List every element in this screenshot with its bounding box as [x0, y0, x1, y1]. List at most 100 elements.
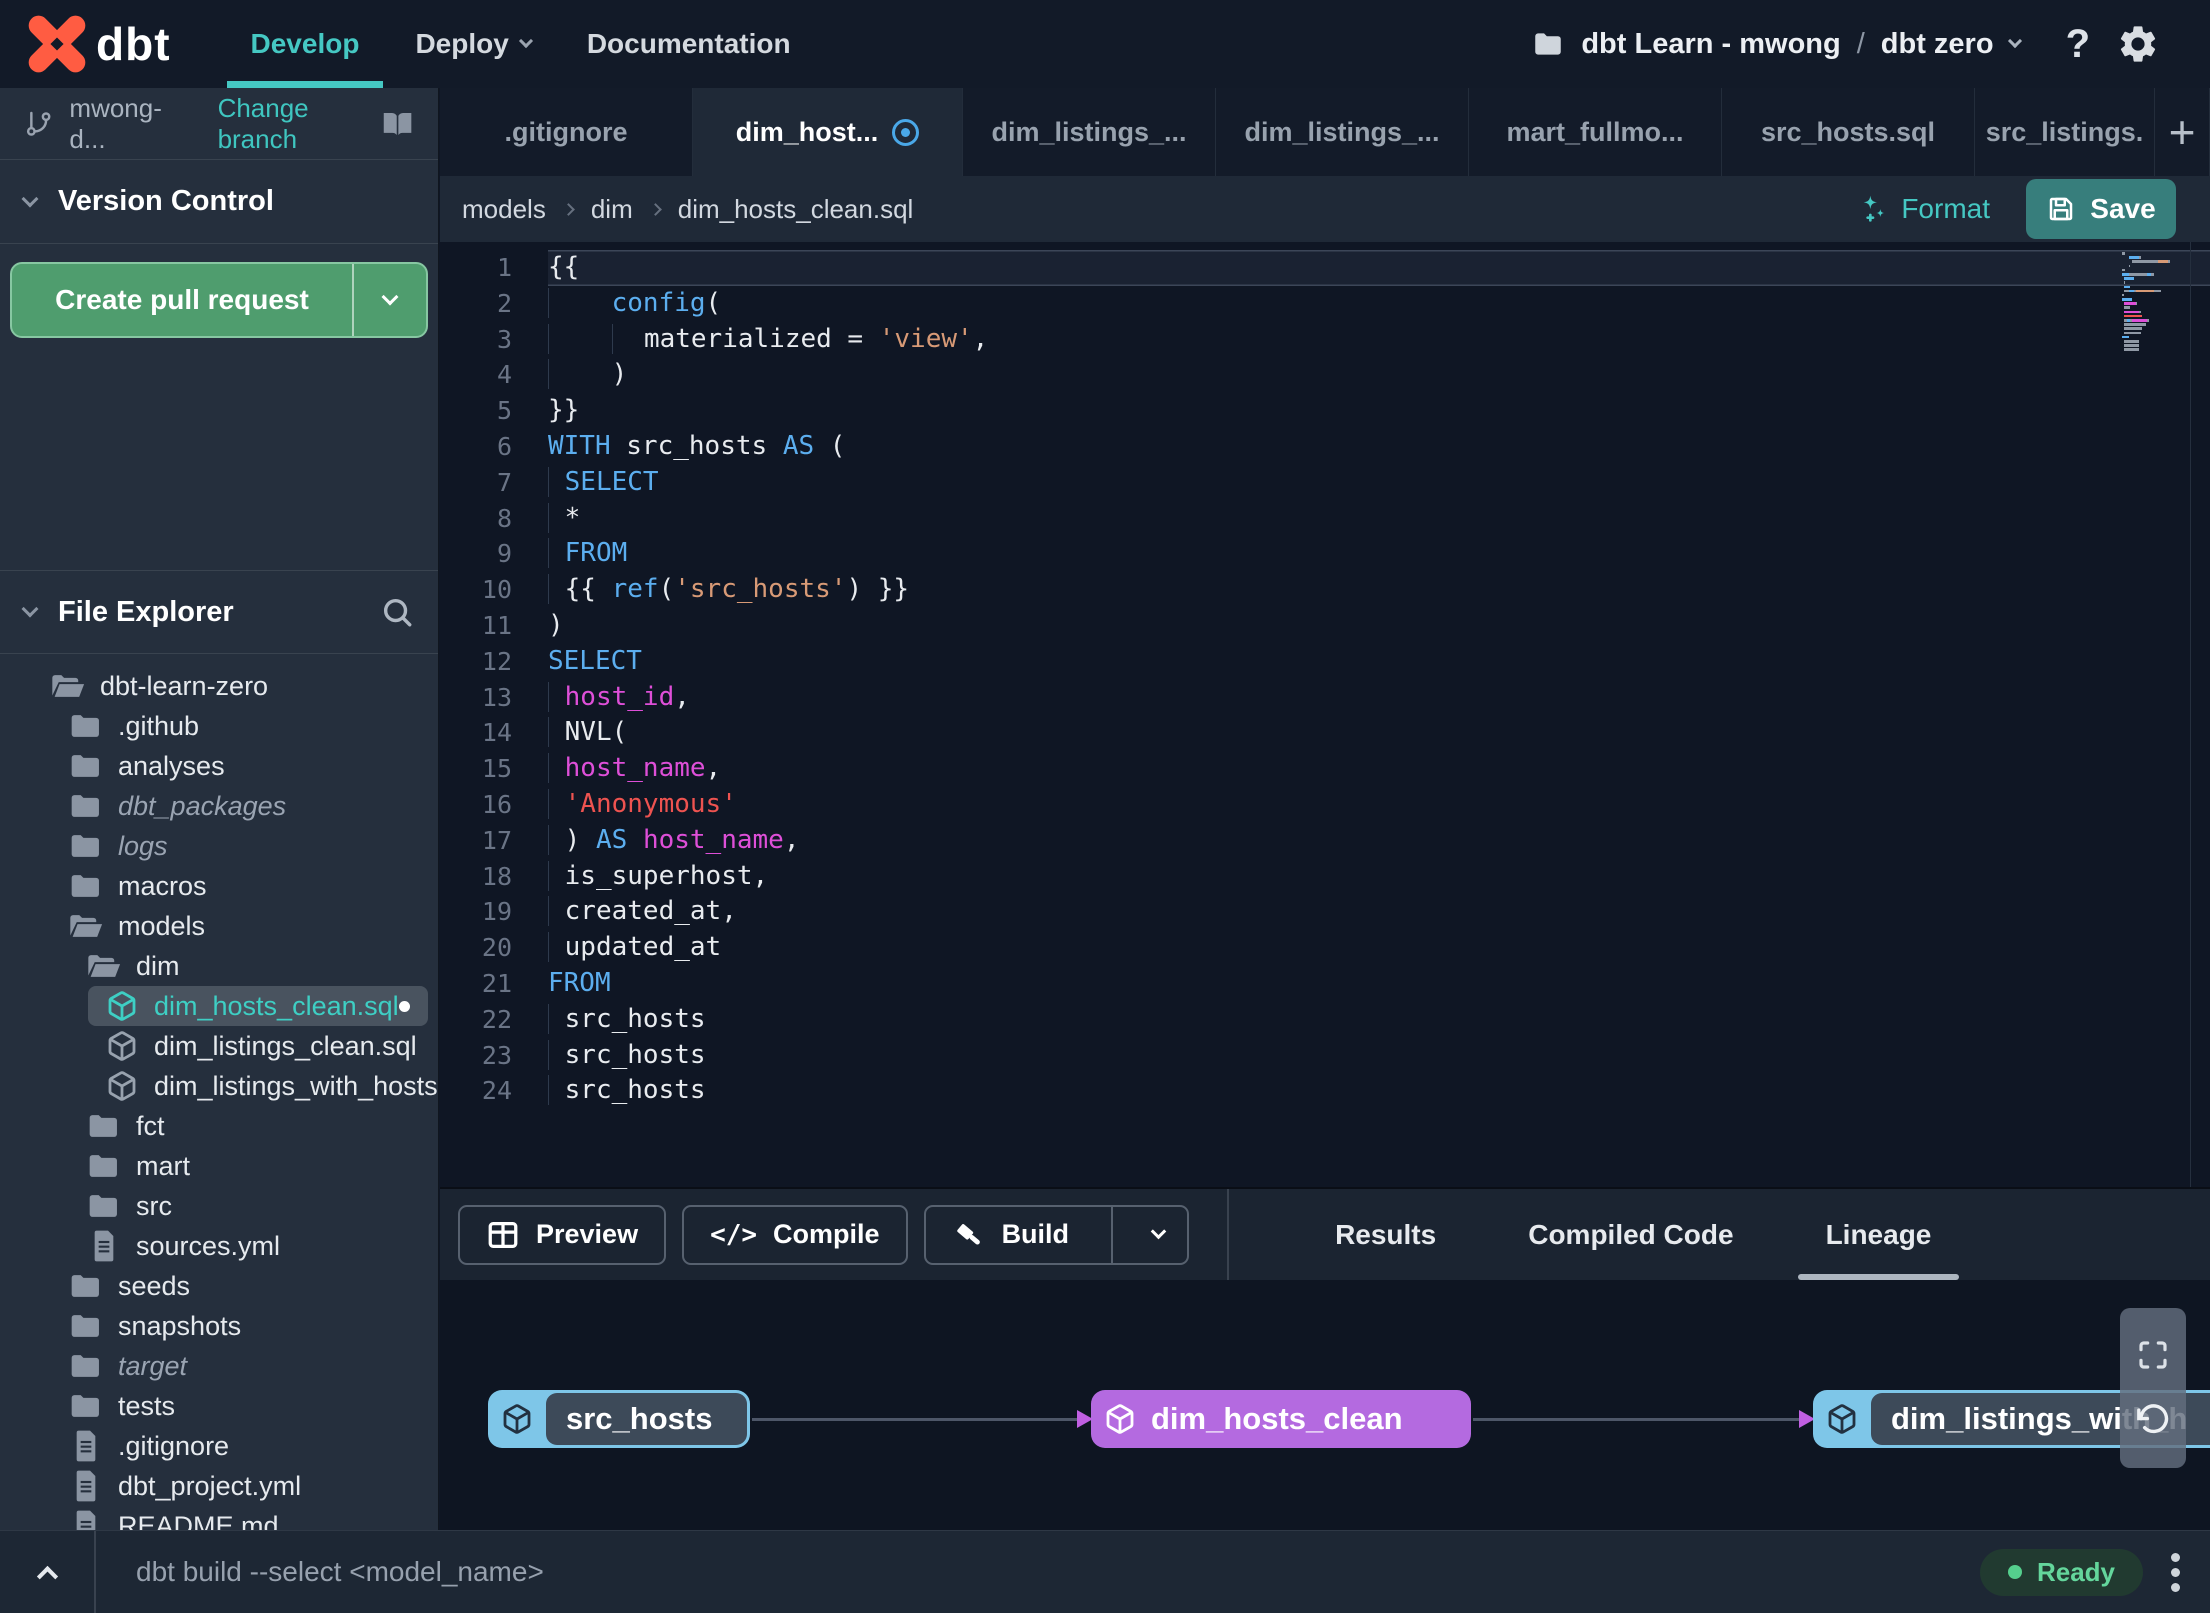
- code-line[interactable]: 16 'Anonymous': [440, 787, 2210, 823]
- file-tree-item[interactable]: models: [0, 906, 438, 946]
- file-tab[interactable]: mart_fullmo...: [1469, 88, 1722, 176]
- file-tree-item[interactable]: tests: [0, 1386, 438, 1426]
- version-control-header[interactable]: Version Control: [0, 160, 438, 244]
- change-branch-link[interactable]: Change branch: [218, 93, 381, 155]
- code-line[interactable]: 7 SELECT: [440, 465, 2210, 501]
- build-button-main[interactable]: Build: [926, 1207, 1096, 1263]
- command-input[interactable]: [136, 1556, 1980, 1588]
- file-tree-item[interactable]: analyses: [0, 746, 438, 786]
- account-name: dbt Learn - mwong: [1581, 27, 1841, 60]
- fullscreen-icon[interactable]: [2137, 1339, 2169, 1371]
- save-button[interactable]: Save: [2026, 179, 2176, 239]
- format-button[interactable]: Format: [1857, 193, 1990, 225]
- file-tab[interactable]: src_hosts.sql: [1722, 88, 1975, 176]
- code-line[interactable]: 12 SELECT: [440, 644, 2210, 680]
- file-tree-item[interactable]: sources.yml: [0, 1226, 438, 1266]
- file-tree-item[interactable]: logs: [0, 826, 438, 866]
- build-button-dropdown[interactable]: [1129, 1207, 1187, 1263]
- gear-icon[interactable]: [2116, 22, 2160, 66]
- create-pull-request-button[interactable]: Create pull request: [10, 262, 428, 338]
- code-line[interactable]: 20 updated_at: [440, 930, 2210, 966]
- file-tree-item[interactable]: seeds: [0, 1266, 438, 1306]
- panel-tab-compiled-code[interactable]: Compiled Code: [1482, 1189, 1779, 1280]
- file-tree-item[interactable]: macros: [0, 866, 438, 906]
- line-number: 12: [481, 646, 512, 676]
- file-tree-item[interactable]: dim: [0, 946, 438, 986]
- file-tab[interactable]: dim_listings_...: [963, 88, 1216, 176]
- file-tree-item[interactable]: dim_listings_clean.sql: [0, 1026, 438, 1066]
- code-line[interactable]: 18 is_superhost,: [440, 859, 2210, 895]
- file-tree-item[interactable]: snapshots: [0, 1306, 438, 1346]
- file-explorer-header[interactable]: File Explorer: [0, 570, 438, 654]
- file-tree-item[interactable]: .gitignore: [0, 1426, 438, 1466]
- create-pull-request-label[interactable]: Create pull request: [12, 264, 352, 336]
- pull-request-dropdown[interactable]: [354, 264, 426, 336]
- code-line[interactable]: 24 src_hosts: [440, 1073, 2210, 1109]
- code-line[interactable]: 8 *: [440, 501, 2210, 537]
- file-tree-item[interactable]: dim_listings_with_hosts...: [0, 1066, 438, 1106]
- file-tree-item[interactable]: mart: [0, 1146, 438, 1186]
- code-line[interactable]: 1 {{: [440, 250, 2210, 286]
- file-tab[interactable]: .gitignore: [440, 88, 693, 176]
- lineage-canvas[interactable]: src_hosts dim_hosts_clean dim_listings_wit…: [440, 1280, 2210, 1530]
- file-tab[interactable]: src_listings.: [1975, 88, 2155, 176]
- code-line[interactable]: 21 FROM: [440, 966, 2210, 1002]
- editor-minimap[interactable]: [2122, 252, 2184, 353]
- code-line[interactable]: 2 config(: [440, 286, 2210, 322]
- file-tree-item[interactable]: dbt-learn-zero: [0, 666, 438, 706]
- file-tree-item[interactable]: README.md: [0, 1506, 438, 1530]
- file-tab[interactable]: dim_host...: [693, 88, 963, 176]
- preview-button[interactable]: Preview: [458, 1204, 667, 1265]
- status-badge: Ready: [1979, 1548, 2143, 1596]
- code-line[interactable]: 10 {{ ref('src_hosts') }}: [440, 572, 2210, 608]
- code-line[interactable]: 9 FROM: [440, 536, 2210, 572]
- file-tree-item[interactable]: dbt_packages: [0, 786, 438, 826]
- panel-tab-lineage[interactable]: Lineage: [1780, 1189, 1978, 1280]
- file-tab[interactable]: dim_listings_...: [1216, 88, 1469, 176]
- file-tree-item[interactable]: dbt_project.yml: [0, 1466, 438, 1506]
- build-button[interactable]: Build: [923, 1204, 1190, 1265]
- file-tree-item[interactable]: src: [0, 1186, 438, 1226]
- file-tree-item[interactable]: fct: [0, 1106, 438, 1146]
- lineage-node[interactable]: src_hosts: [488, 1390, 750, 1448]
- nav-item-label: Documentation: [586, 28, 791, 59]
- kebab-menu-icon[interactable]: [2171, 1552, 2180, 1592]
- folder-icon: [86, 951, 122, 981]
- dbt-logo[interactable]: dbt: [28, 15, 171, 73]
- file-tree-item[interactable]: .github: [0, 706, 438, 746]
- code-line[interactable]: 23 src_hosts: [440, 1038, 2210, 1074]
- code-line[interactable]: 13 host_id,: [440, 680, 2210, 716]
- editor-scrollbar[interactable]: [2189, 242, 2191, 1187]
- book-icon[interactable]: [381, 106, 414, 142]
- file-tree-item[interactable]: dim_hosts_clean.sql: [88, 986, 428, 1026]
- refresh-icon[interactable]: [2136, 1403, 2170, 1437]
- code-line[interactable]: 14 NVL(: [440, 715, 2210, 751]
- code-line[interactable]: 5}}: [440, 393, 2210, 429]
- expand-command-bar-button[interactable]: [0, 1531, 96, 1613]
- nav-item-deploy[interactable]: Deploy: [387, 0, 558, 88]
- code-editor[interactable]: 1{{2 config(3 materialized = 'view', 4 ) 5…: [440, 242, 2210, 1187]
- code-line[interactable]: 3 materialized = 'view',: [440, 322, 2210, 358]
- help-icon[interactable]: ?: [2066, 22, 2090, 67]
- code-line[interactable]: 22 src_hosts: [440, 1002, 2210, 1038]
- nav-item-develop[interactable]: Develop: [223, 0, 388, 88]
- code-line[interactable]: 15 host_name,: [440, 751, 2210, 787]
- compile-button[interactable]: </> Compile: [682, 1204, 908, 1265]
- new-tab-button[interactable]: +: [2155, 88, 2210, 176]
- panel-tab-results[interactable]: Results: [1289, 1189, 1482, 1280]
- code-line[interactable]: 6 WITH src_hosts AS (: [440, 429, 2210, 465]
- lineage-node[interactable]: dim_hosts_clean: [1091, 1390, 1471, 1448]
- chevron-down-icon: [381, 288, 399, 306]
- line-content: config(: [548, 286, 2210, 322]
- file-tree-item[interactable]: target: [0, 1346, 438, 1386]
- code-line[interactable]: 11): [440, 608, 2210, 644]
- line-content: FROM: [548, 967, 611, 998]
- code-line[interactable]: 19 created_at,: [440, 894, 2210, 930]
- code-line[interactable]: 17 ) AS host_name,: [440, 823, 2210, 859]
- search-icon[interactable]: [380, 595, 414, 629]
- project-selector[interactable]: dbt Learn - mwong / dbt zero: [1531, 27, 2022, 61]
- nav-item-documentation[interactable]: Documentation: [559, 0, 819, 88]
- folder-icon: [86, 1191, 122, 1221]
- code-line[interactable]: 4 ): [440, 357, 2210, 393]
- folder-icon: [50, 671, 86, 701]
